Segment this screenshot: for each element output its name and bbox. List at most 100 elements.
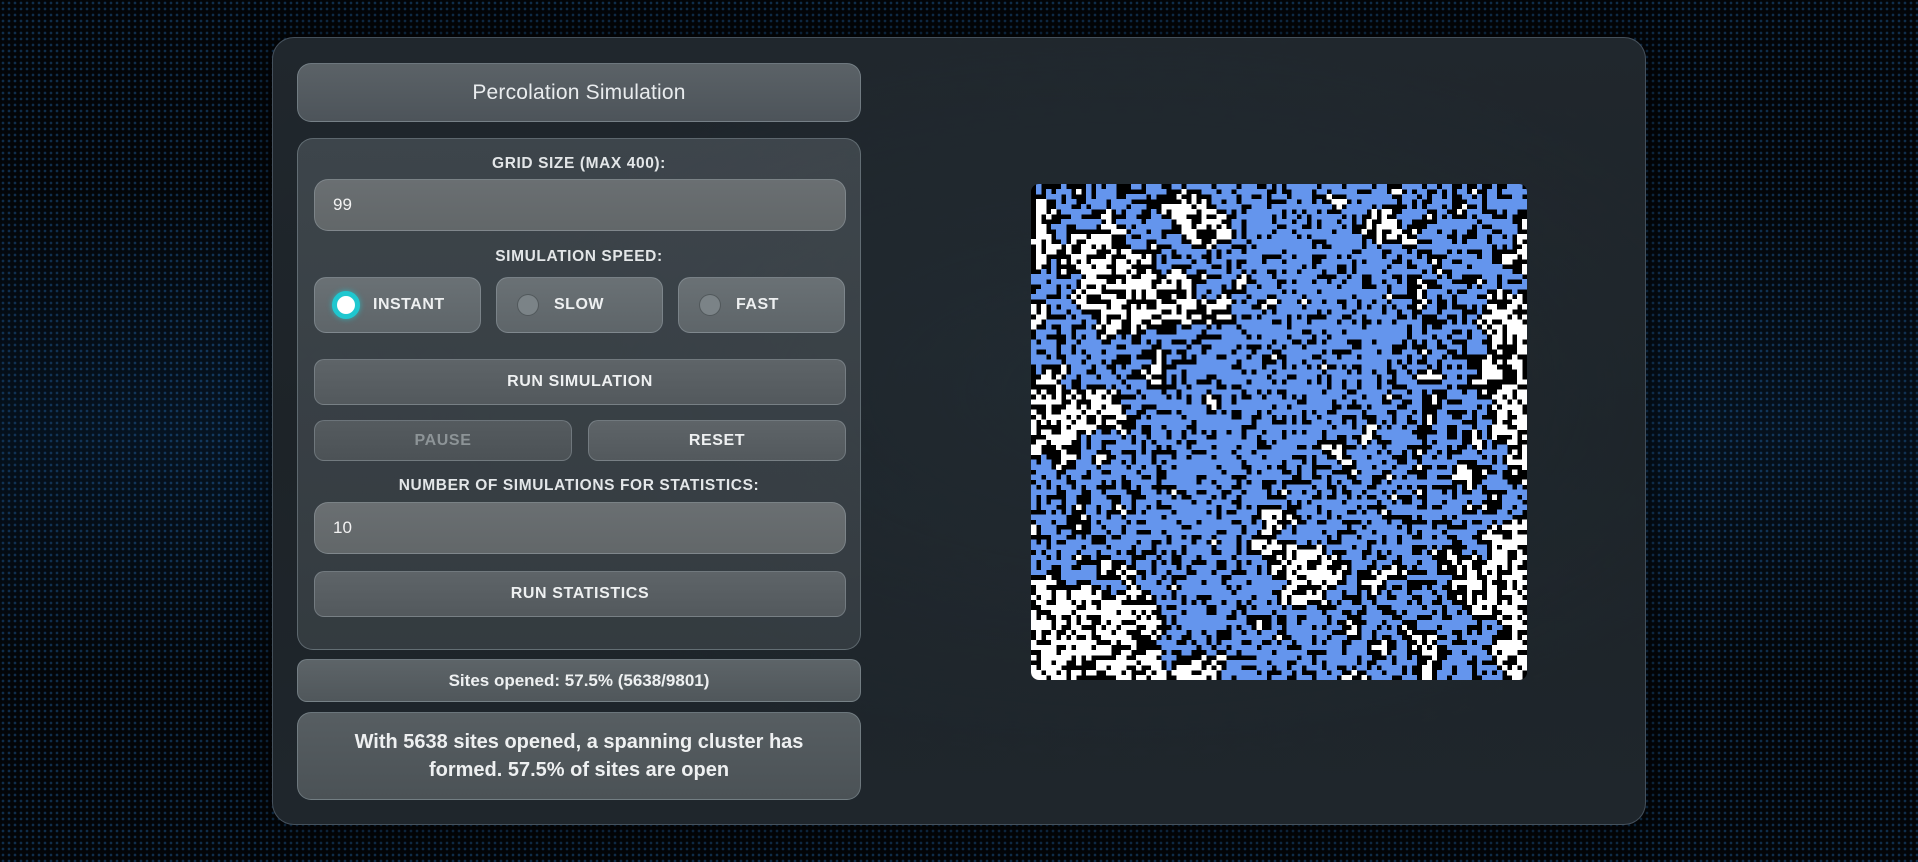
full-site [1506, 214, 1513, 220]
open-site [1216, 214, 1222, 220]
full-site [1336, 234, 1342, 240]
full-site [1096, 544, 1102, 551]
full-site [1166, 479, 1172, 485]
full-site [1126, 214, 1132, 220]
full-site [1211, 484, 1217, 490]
percolation-grid[interactable] [1031, 184, 1527, 680]
full-site [1471, 339, 1478, 345]
open-site [1091, 249, 1097, 255]
full-site [1446, 369, 1453, 375]
full-site [1041, 559, 1047, 566]
open-site [1501, 384, 1508, 390]
pause-button[interactable]: PAUSE [314, 420, 572, 461]
open-site [1316, 574, 1322, 581]
open-site [1476, 444, 1483, 450]
full-site [1166, 264, 1172, 270]
full-site [1416, 539, 1423, 546]
full-site [1331, 499, 1337, 505]
full-site [1416, 394, 1423, 400]
full-site [1101, 194, 1107, 200]
open-site [1036, 254, 1042, 260]
full-site [1276, 334, 1282, 340]
open-site [1076, 394, 1082, 400]
full-site [1461, 269, 1468, 275]
full-site [1061, 529, 1067, 536]
open-site [1111, 294, 1117, 300]
full-site [1426, 499, 1433, 505]
full-site [1381, 484, 1388, 490]
speed-option-fast[interactable]: FAST [678, 277, 845, 333]
full-site [1211, 259, 1217, 265]
full-site [1331, 384, 1337, 390]
full-site [1481, 399, 1488, 405]
open-site [1106, 244, 1112, 250]
full-site [1156, 264, 1162, 270]
full-site [1466, 519, 1473, 525]
open-site [1211, 304, 1217, 310]
full-site [1311, 509, 1317, 515]
full-site [1496, 464, 1503, 470]
full-site [1431, 539, 1438, 546]
full-site [1066, 504, 1072, 510]
open-site [1101, 399, 1107, 405]
full-site [1191, 394, 1197, 400]
full-site [1141, 489, 1147, 495]
full-site [1426, 294, 1433, 300]
full-site [1456, 499, 1463, 505]
full-site [1241, 374, 1247, 380]
open-site [1151, 379, 1157, 385]
full-site [1356, 194, 1362, 200]
full-site [1106, 359, 1112, 365]
full-site [1266, 404, 1272, 410]
full-site [1076, 309, 1082, 315]
full-site [1376, 469, 1383, 475]
open-site [1126, 569, 1132, 576]
full-site [1326, 459, 1332, 465]
full-site [1231, 544, 1237, 551]
full-site [1336, 334, 1342, 340]
full-site [1461, 219, 1468, 225]
full-site [1306, 444, 1312, 450]
full-site [1261, 379, 1267, 385]
full-site [1351, 329, 1357, 335]
full-site [1136, 344, 1142, 350]
run-statistics-button[interactable]: RUN STATISTICS [314, 571, 846, 617]
full-site [1276, 309, 1282, 315]
open-site [1186, 204, 1192, 210]
speed-option-instant[interactable]: INSTANT [314, 277, 481, 333]
open-site [1106, 294, 1112, 300]
speed-option-slow[interactable]: SLOW [496, 277, 663, 333]
open-site [1516, 374, 1523, 380]
full-site [1261, 214, 1267, 220]
full-site [1306, 524, 1312, 530]
full-site [1401, 539, 1408, 546]
full-site [1036, 514, 1042, 520]
open-site [1201, 224, 1207, 230]
full-site [1331, 394, 1337, 400]
open-site [1041, 259, 1047, 265]
full-site [1256, 369, 1262, 375]
full-site [1351, 274, 1357, 280]
full-site [1511, 494, 1518, 500]
num-sims-input[interactable]: 10 [314, 502, 846, 554]
reset-button[interactable]: RESET [588, 420, 846, 461]
full-site [1326, 239, 1332, 245]
full-site [1341, 369, 1347, 375]
grid-size-input[interactable]: 99 [314, 179, 846, 231]
full-site [1141, 579, 1147, 586]
open-site [1091, 274, 1097, 280]
open-site [1461, 464, 1468, 470]
full-site [1051, 289, 1057, 295]
full-site [1426, 344, 1433, 350]
open-site [1051, 414, 1057, 420]
full-site [1346, 244, 1352, 250]
open-site [1041, 254, 1047, 260]
open-site [1451, 554, 1458, 561]
run-simulation-button[interactable]: RUN SIMULATION [314, 359, 846, 405]
full-site [1146, 189, 1152, 195]
full-site [1361, 469, 1367, 475]
full-site [1486, 264, 1493, 270]
open-site [1516, 294, 1523, 300]
full-site [1406, 424, 1413, 430]
full-site [1326, 234, 1332, 240]
